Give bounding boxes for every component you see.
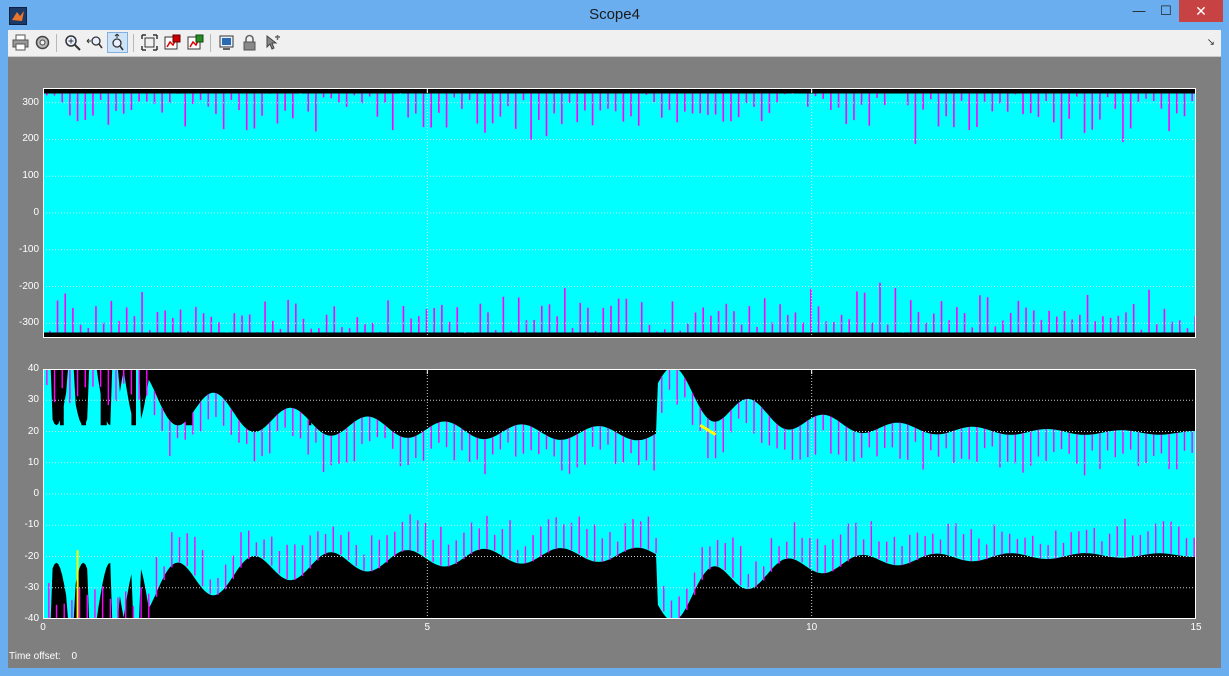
y-tick-label: 20 xyxy=(27,425,39,437)
restore-axes-icon[interactable] xyxy=(185,32,206,53)
scope-window: Scope4 — ☐ ✕ ↘ 300 200 100 0 -100 -200 -… xyxy=(0,0,1229,676)
time-offset-value: 0 xyxy=(71,651,78,662)
y-tick-label: 100 xyxy=(22,170,39,182)
signal-selection-icon[interactable] xyxy=(262,32,283,53)
lock-axes-icon[interactable] xyxy=(239,32,260,53)
zoom-x-icon[interactable] xyxy=(85,32,106,53)
x-tick-label: 0 xyxy=(40,622,46,633)
y-tick-label: -30 xyxy=(24,581,39,593)
zoom-icon[interactable] xyxy=(62,32,83,53)
window-title: Scope4 xyxy=(589,6,640,23)
x-tick-label: 15 xyxy=(1190,622,1202,633)
y-tick-label: 30 xyxy=(27,394,39,406)
toolbar-separator xyxy=(56,34,57,52)
y-tick-label: -20 xyxy=(24,550,39,562)
print-icon[interactable] xyxy=(10,32,31,53)
autoscale-icon[interactable] xyxy=(139,32,160,53)
y-tick-label: 0 xyxy=(33,207,39,218)
toolbar: ↘ xyxy=(8,30,1221,57)
y-tick-label: 10 xyxy=(27,456,39,468)
y-tick-label: 0 xyxy=(33,488,39,499)
dock-icon[interactable]: ↘ xyxy=(1207,37,1215,48)
series-gap xyxy=(308,369,312,426)
save-axes-icon[interactable] xyxy=(162,32,183,53)
y-tick-label: 200 xyxy=(22,133,39,145)
y-tick-label: -10 xyxy=(24,519,39,531)
floating-scope-icon[interactable] xyxy=(216,32,237,53)
title-bar[interactable]: Scope4 — ☐ ✕ xyxy=(0,0,1229,30)
time-offset-label: Time offset: xyxy=(9,651,61,662)
minimize-button[interactable]: — xyxy=(1125,0,1153,22)
x-tick-label: 5 xyxy=(424,622,431,633)
series-gap xyxy=(100,369,107,426)
series-gap xyxy=(185,369,193,426)
y-tick-label: -200 xyxy=(18,280,39,292)
y-tick-label: 300 xyxy=(22,96,39,108)
close-button[interactable]: ✕ xyxy=(1179,0,1223,22)
y-tick-label: 40 xyxy=(27,363,39,374)
y-tick-label: -100 xyxy=(18,243,39,255)
series-gap xyxy=(242,369,250,426)
x-tick-label: 10 xyxy=(806,622,818,633)
parameters-icon[interactable] xyxy=(32,32,53,53)
maximize-button[interactable]: ☐ xyxy=(1153,0,1179,22)
toolbar-separator xyxy=(133,34,134,52)
toolbar-separator xyxy=(210,34,211,52)
scope-plot-area: 300 200 100 0 -100 -200 -300 40 30 20 10 0 -10 -20 -30… xyxy=(8,57,1221,668)
scope-axes-top[interactable] xyxy=(43,88,1196,338)
y-tick-label: -300 xyxy=(18,317,39,329)
scope-axes-bottom[interactable] xyxy=(43,369,1196,619)
time-offset-status: Time offset: 0 xyxy=(9,651,85,662)
zoom-y-icon[interactable] xyxy=(107,32,128,53)
